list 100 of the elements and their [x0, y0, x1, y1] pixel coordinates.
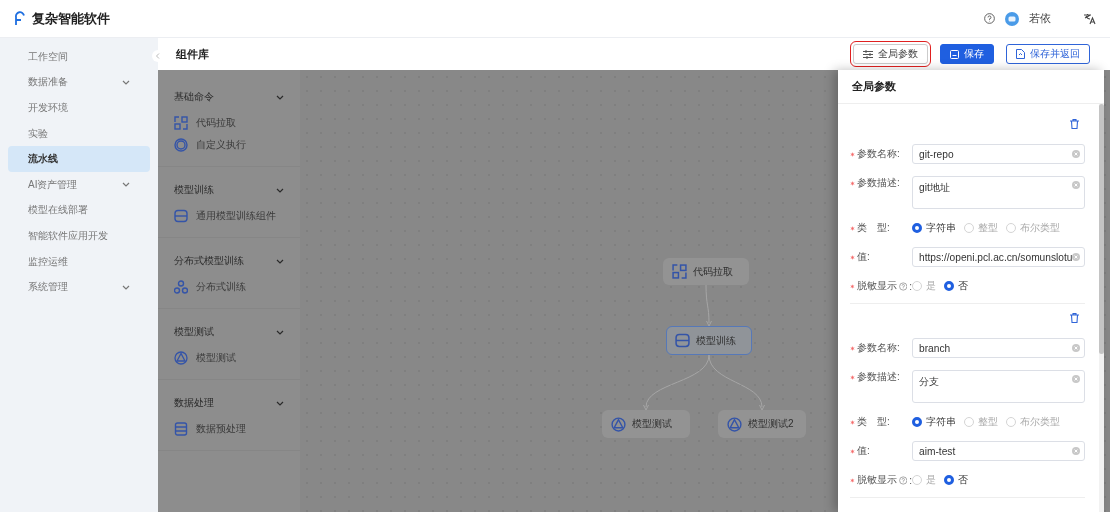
chevron-down-icon	[276, 187, 284, 193]
radio-option[interactable]: 整型	[964, 221, 998, 235]
sidebar-item[interactable]: 系统管理	[8, 274, 150, 300]
radio-option[interactable]: 布尔类型	[1006, 415, 1060, 429]
logo-icon	[12, 11, 26, 26]
required-icon	[850, 374, 855, 380]
flow-node[interactable]: 模型测试2	[718, 410, 806, 438]
input-field[interactable]: branch	[912, 338, 1086, 358]
clear-icon[interactable]	[1072, 344, 1081, 352]
radio-option[interactable]: 字符串	[912, 221, 956, 235]
drawer-title: 全局参数	[838, 70, 1104, 104]
document-icon	[1016, 49, 1025, 59]
field-label: 参数描述:	[857, 176, 900, 190]
radio-option[interactable]: 是	[912, 473, 936, 487]
field-label: 类 型:	[857, 221, 890, 235]
group-header[interactable]: 基础命令	[158, 82, 300, 112]
rectangle-icon	[174, 209, 188, 223]
squares-icon	[174, 116, 188, 130]
flow-node[interactable]: 模型测试	[602, 410, 690, 438]
sidebar-item[interactable]: 数据准备	[8, 69, 150, 96]
trash-icon[interactable]	[1070, 119, 1080, 129]
input-field[interactable]: git-repo	[912, 144, 1086, 164]
group-header[interactable]: 数据处理	[158, 388, 300, 418]
chevron-down-icon	[276, 258, 284, 264]
clear-icon[interactable]	[1072, 375, 1081, 383]
text-area[interactable]: git地址	[912, 176, 1086, 209]
field-label: 值:	[857, 444, 870, 458]
flow-node[interactable]: 模型训练	[666, 326, 752, 355]
field-label: 参数名称:	[857, 341, 900, 355]
input-field[interactable]: aim-test	[912, 441, 1086, 461]
save-icon	[950, 49, 959, 59]
clear-icon[interactable]	[1072, 447, 1081, 455]
required-icon	[850, 151, 855, 157]
label-colon: :	[909, 280, 912, 292]
squares-icon	[672, 264, 687, 279]
connector	[708, 354, 765, 411]
trash-icon[interactable]	[1070, 313, 1080, 323]
field-label: 值:	[857, 250, 870, 264]
group-header[interactable]: 模型测试	[158, 317, 300, 347]
radio-option[interactable]: 否	[944, 279, 968, 293]
sidebar-item[interactable]: AI资产管理	[8, 171, 150, 198]
scrollbar[interactable]	[1099, 104, 1104, 512]
radio-option[interactable]: 整型	[964, 415, 998, 429]
field-label: 参数名称:	[857, 147, 900, 161]
input-field[interactable]: https://openi.pcl.ac.cn/somunslotu	[912, 247, 1086, 267]
chevron-down-icon	[276, 94, 284, 100]
rectangle-icon	[675, 333, 690, 348]
chevron-down-icon	[276, 400, 284, 406]
sidebar-item[interactable]: 监控运维	[8, 248, 150, 275]
toolbar-button[interactable]: 保存	[940, 44, 994, 64]
radio-option[interactable]: 布尔类型	[1006, 221, 1060, 235]
field-label: 类 型:	[857, 415, 890, 429]
radio-option[interactable]: 否	[944, 473, 968, 487]
component-item[interactable]: 数据预处理	[158, 418, 300, 440]
group-header[interactable]: 模型训练	[158, 175, 300, 205]
avatar-icon[interactable]	[1005, 11, 1019, 26]
sidebar-item[interactable]: 模型在线部署	[8, 197, 150, 224]
sidebar-item[interactable]: 智能软件应用开发	[8, 223, 150, 249]
nodes-icon	[174, 280, 188, 294]
component-item[interactable]: 自定义执行	[158, 134, 300, 156]
field-label: 脱敏显示	[856, 279, 897, 293]
network-icon	[174, 351, 188, 365]
translate-icon[interactable]	[1083, 12, 1096, 25]
panel-title: 组件库	[176, 46, 209, 62]
list-icon	[174, 422, 188, 436]
sidebar-item[interactable]: 流水线	[8, 146, 150, 172]
help-icon[interactable]	[984, 13, 995, 24]
flow-node[interactable]: 代码拉取	[663, 258, 749, 285]
connector	[705, 284, 712, 327]
clear-icon[interactable]	[1072, 150, 1081, 158]
component-item[interactable]: 模型测试	[158, 347, 300, 369]
required-icon	[850, 448, 855, 454]
required-icon	[850, 225, 855, 231]
required-icon	[850, 254, 855, 260]
required-icon	[850, 419, 855, 425]
component-item[interactable]: 代码拉取	[158, 112, 300, 134]
network-icon	[611, 416, 626, 432]
sidebar-item[interactable]: 实验	[8, 120, 150, 147]
sidebar-item[interactable]: 开发环境	[8, 95, 150, 121]
field-label: 脱敏显示	[856, 473, 897, 487]
required-icon	[850, 283, 855, 289]
radio-option[interactable]: 是	[912, 279, 936, 293]
radio-option[interactable]: 字符串	[912, 415, 956, 429]
user-name[interactable]: 若依	[1029, 11, 1051, 26]
required-icon	[850, 345, 855, 351]
clear-icon[interactable]	[1072, 253, 1081, 261]
group-header[interactable]: 分布式模型训练	[158, 246, 300, 276]
clear-icon[interactable]	[1072, 181, 1081, 189]
component-item[interactable]: 分布式训练	[158, 276, 300, 298]
network-icon	[727, 416, 742, 432]
toolbar-button[interactable]: 全局参数	[853, 44, 928, 64]
toolbar-button[interactable]: 保存并返回	[1006, 44, 1090, 64]
component-item[interactable]: 通用模型训练组件	[158, 205, 300, 227]
label-colon: :	[909, 474, 912, 486]
text-area[interactable]: 分支	[912, 370, 1086, 403]
sliders-icon	[863, 49, 873, 59]
field-label: 参数描述:	[857, 370, 900, 384]
required-icon	[850, 180, 855, 186]
chevron-down-icon	[276, 329, 284, 335]
sidebar-item[interactable]: 工作空间	[8, 44, 150, 70]
